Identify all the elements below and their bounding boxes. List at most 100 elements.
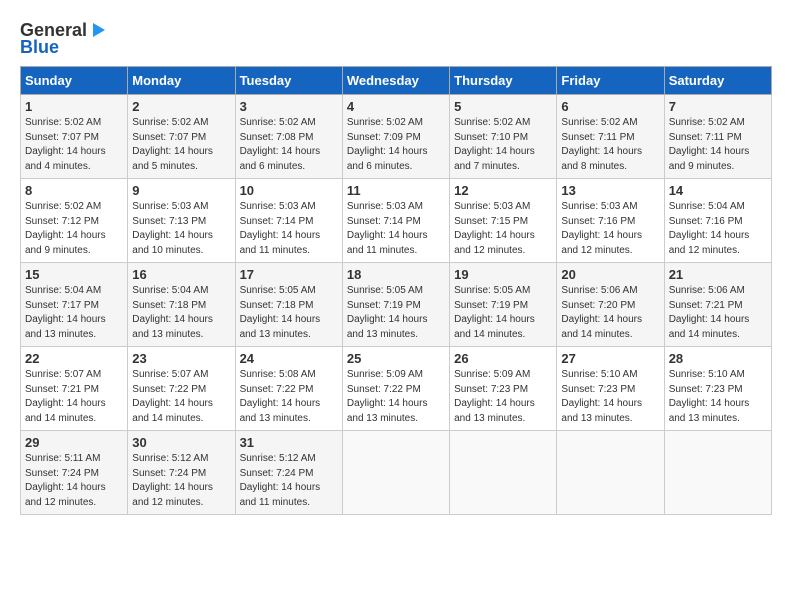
day-number: 31 — [240, 435, 338, 450]
sunset-text: Sunset: 7:14 PM — [240, 216, 314, 227]
sunrise-text: Sunrise: 5:03 AM — [347, 201, 423, 212]
calendar-cell: 24 Sunrise: 5:08 AM Sunset: 7:22 PM Dayl… — [235, 347, 342, 431]
day-number: 12 — [454, 183, 552, 198]
daylight-text: Daylight: 14 hours and 12 minutes. — [454, 230, 535, 256]
sunset-text: Sunset: 7:08 PM — [240, 132, 314, 143]
cell-info: Sunrise: 5:02 AM Sunset: 7:12 PM Dayligh… — [25, 200, 123, 258]
cell-info: Sunrise: 5:03 AM Sunset: 7:14 PM Dayligh… — [347, 200, 445, 258]
calendar-cell: 25 Sunrise: 5:09 AM Sunset: 7:22 PM Dayl… — [342, 347, 449, 431]
cell-info: Sunrise: 5:10 AM Sunset: 7:23 PM Dayligh… — [669, 368, 767, 426]
cell-info: Sunrise: 5:03 AM Sunset: 7:14 PM Dayligh… — [240, 200, 338, 258]
day-header-thursday: Thursday — [450, 67, 557, 95]
day-number: 10 — [240, 183, 338, 198]
sunrise-text: Sunrise: 5:04 AM — [669, 201, 745, 212]
sunrise-text: Sunrise: 5:02 AM — [132, 117, 208, 128]
sunrise-text: Sunrise: 5:10 AM — [561, 369, 637, 380]
cell-info: Sunrise: 5:04 AM Sunset: 7:16 PM Dayligh… — [669, 200, 767, 258]
day-header-saturday: Saturday — [664, 67, 771, 95]
page-header: General Blue — [20, 16, 772, 58]
sunset-text: Sunset: 7:16 PM — [669, 216, 743, 227]
calendar-cell: 19 Sunrise: 5:05 AM Sunset: 7:19 PM Dayl… — [450, 263, 557, 347]
daylight-text: Daylight: 14 hours and 13 minutes. — [347, 398, 428, 424]
day-number: 25 — [347, 351, 445, 366]
daylight-text: Daylight: 14 hours and 12 minutes. — [561, 230, 642, 256]
day-number: 2 — [132, 99, 230, 114]
sunset-text: Sunset: 7:24 PM — [132, 468, 206, 479]
calendar-cell: 6 Sunrise: 5:02 AM Sunset: 7:11 PM Dayli… — [557, 95, 664, 179]
cell-info: Sunrise: 5:04 AM Sunset: 7:18 PM Dayligh… — [132, 284, 230, 342]
sunset-text: Sunset: 7:09 PM — [347, 132, 421, 143]
daylight-text: Daylight: 14 hours and 11 minutes. — [240, 482, 321, 508]
calendar-cell: 9 Sunrise: 5:03 AM Sunset: 7:13 PM Dayli… — [128, 179, 235, 263]
sunset-text: Sunset: 7:11 PM — [561, 132, 634, 143]
sunset-text: Sunset: 7:07 PM — [25, 132, 99, 143]
cell-info: Sunrise: 5:12 AM Sunset: 7:24 PM Dayligh… — [132, 452, 230, 510]
day-number: 1 — [25, 99, 123, 114]
day-number: 26 — [454, 351, 552, 366]
sunrise-text: Sunrise: 5:09 AM — [347, 369, 423, 380]
calendar-cell: 17 Sunrise: 5:05 AM Sunset: 7:18 PM Dayl… — [235, 263, 342, 347]
daylight-text: Daylight: 14 hours and 14 minutes. — [561, 314, 642, 340]
calendar-cell: 10 Sunrise: 5:03 AM Sunset: 7:14 PM Dayl… — [235, 179, 342, 263]
day-number: 8 — [25, 183, 123, 198]
daylight-text: Daylight: 14 hours and 14 minutes. — [454, 314, 535, 340]
sunset-text: Sunset: 7:23 PM — [454, 384, 528, 395]
daylight-text: Daylight: 14 hours and 13 minutes. — [669, 398, 750, 424]
calendar-cell — [664, 431, 771, 515]
day-number: 30 — [132, 435, 230, 450]
day-header-friday: Friday — [557, 67, 664, 95]
calendar-cell: 5 Sunrise: 5:02 AM Sunset: 7:10 PM Dayli… — [450, 95, 557, 179]
daylight-text: Daylight: 14 hours and 13 minutes. — [132, 314, 213, 340]
sunset-text: Sunset: 7:12 PM — [25, 216, 99, 227]
cell-info: Sunrise: 5:06 AM Sunset: 7:20 PM Dayligh… — [561, 284, 659, 342]
calendar-week-2: 8 Sunrise: 5:02 AM Sunset: 7:12 PM Dayli… — [21, 179, 772, 263]
sunset-text: Sunset: 7:22 PM — [132, 384, 206, 395]
sunset-text: Sunset: 7:22 PM — [240, 384, 314, 395]
logo-blue: Blue — [20, 37, 59, 58]
day-number: 18 — [347, 267, 445, 282]
day-number: 29 — [25, 435, 123, 450]
day-number: 4 — [347, 99, 445, 114]
calendar-cell: 2 Sunrise: 5:02 AM Sunset: 7:07 PM Dayli… — [128, 95, 235, 179]
daylight-text: Daylight: 14 hours and 9 minutes. — [25, 230, 106, 256]
sunrise-text: Sunrise: 5:03 AM — [132, 201, 208, 212]
sunrise-text: Sunrise: 5:02 AM — [454, 117, 530, 128]
calendar-week-5: 29 Sunrise: 5:11 AM Sunset: 7:24 PM Dayl… — [21, 431, 772, 515]
sunrise-text: Sunrise: 5:02 AM — [25, 117, 101, 128]
calendar-cell: 21 Sunrise: 5:06 AM Sunset: 7:21 PM Dayl… — [664, 263, 771, 347]
day-number: 11 — [347, 183, 445, 198]
sunrise-text: Sunrise: 5:05 AM — [347, 285, 423, 296]
sunset-text: Sunset: 7:18 PM — [132, 300, 206, 311]
calendar-cell: 1 Sunrise: 5:02 AM Sunset: 7:07 PM Dayli… — [21, 95, 128, 179]
cell-info: Sunrise: 5:02 AM Sunset: 7:11 PM Dayligh… — [669, 116, 767, 174]
cell-info: Sunrise: 5:02 AM Sunset: 7:09 PM Dayligh… — [347, 116, 445, 174]
daylight-text: Daylight: 14 hours and 10 minutes. — [132, 230, 213, 256]
day-number: 9 — [132, 183, 230, 198]
daylight-text: Daylight: 14 hours and 4 minutes. — [25, 146, 106, 172]
sunset-text: Sunset: 7:20 PM — [561, 300, 635, 311]
day-number: 15 — [25, 267, 123, 282]
sunrise-text: Sunrise: 5:11 AM — [25, 453, 100, 464]
logo-icon — [89, 21, 107, 39]
calendar-cell: 29 Sunrise: 5:11 AM Sunset: 7:24 PM Dayl… — [21, 431, 128, 515]
sunrise-text: Sunrise: 5:05 AM — [240, 285, 316, 296]
day-number: 23 — [132, 351, 230, 366]
calendar-cell: 4 Sunrise: 5:02 AM Sunset: 7:09 PM Dayli… — [342, 95, 449, 179]
calendar-header: SundayMondayTuesdayWednesdayThursdayFrid… — [21, 67, 772, 95]
day-number: 6 — [561, 99, 659, 114]
day-number: 5 — [454, 99, 552, 114]
sunrise-text: Sunrise: 5:04 AM — [132, 285, 208, 296]
day-number: 16 — [132, 267, 230, 282]
sunset-text: Sunset: 7:21 PM — [25, 384, 99, 395]
daylight-text: Daylight: 14 hours and 6 minutes. — [240, 146, 321, 172]
cell-info: Sunrise: 5:02 AM Sunset: 7:07 PM Dayligh… — [132, 116, 230, 174]
daylight-text: Daylight: 14 hours and 9 minutes. — [669, 146, 750, 172]
sunset-text: Sunset: 7:15 PM — [454, 216, 528, 227]
calendar-cell: 13 Sunrise: 5:03 AM Sunset: 7:16 PM Dayl… — [557, 179, 664, 263]
day-header-monday: Monday — [128, 67, 235, 95]
sunrise-text: Sunrise: 5:07 AM — [25, 369, 101, 380]
calendar-cell: 23 Sunrise: 5:07 AM Sunset: 7:22 PM Dayl… — [128, 347, 235, 431]
calendar-cell: 28 Sunrise: 5:10 AM Sunset: 7:23 PM Dayl… — [664, 347, 771, 431]
sunset-text: Sunset: 7:07 PM — [132, 132, 206, 143]
calendar-cell: 18 Sunrise: 5:05 AM Sunset: 7:19 PM Dayl… — [342, 263, 449, 347]
